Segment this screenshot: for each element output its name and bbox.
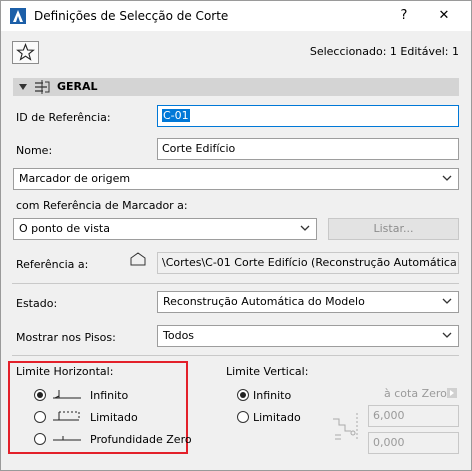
vertical-infinite-radio[interactable] (237, 389, 249, 401)
favorites-button[interactable] (12, 41, 39, 64)
chevron-down-icon (300, 225, 310, 231)
elevation-icon (333, 413, 358, 440)
vertical-limit-title: Limite Vertical: (226, 365, 309, 378)
marker-ref-select-value: O ponto de vista (19, 222, 110, 235)
elevation-toggle[interactable] (447, 388, 457, 398)
ref-id-input[interactable]: C-01 (157, 105, 459, 127)
ref-id-label: ID de Referência: (16, 111, 111, 124)
floors-label: Mostrar nos Pisos: (16, 331, 116, 344)
state-label: Estado: (16, 297, 58, 310)
ref-id-value: C-01 (162, 109, 190, 122)
separator (12, 355, 459, 356)
list-button[interactable]: Listar... (328, 218, 459, 240)
section-title: GERAL (57, 80, 98, 93)
elevation-label: à cota Zero (384, 387, 447, 400)
floors-select[interactable]: Todos (157, 325, 459, 347)
star-icon (16, 42, 35, 61)
reference-field: \Cortes\C-01 Corte Edifício (Reconstruçã… (157, 252, 459, 274)
close-button[interactable]: ✕ (433, 5, 455, 27)
horizontal-infinite-icon (53, 390, 81, 399)
horizontal-zero-depth-radio[interactable] (34, 433, 46, 445)
name-input[interactable]: Corte Edifício (157, 138, 459, 160)
horizontal-zero-depth-icon (53, 436, 81, 441)
chevron-down-icon (442, 175, 452, 181)
horizontal-infinite-radio[interactable] (34, 389, 46, 401)
window-title: Definições de Selecção de Corte (34, 9, 229, 23)
horizontal-limited-radio[interactable] (34, 411, 46, 423)
vertical-infinite-label[interactable]: Infinito (253, 389, 291, 402)
floors-select-value: Todos (163, 329, 195, 342)
marker-ref-label: com Referência de Marcador a: (16, 199, 188, 212)
horizontal-limited-icon (53, 411, 80, 421)
chevron-down-icon (442, 332, 452, 338)
marker-select-value: Marcador de origem (19, 172, 131, 185)
dialog-window: Definições de Selecção de Corte ? ✕ Sele… (0, 0, 472, 471)
app-icon (10, 8, 26, 24)
title-bar: Definições de Selecção de Corte ? ✕ (1, 1, 471, 31)
separator (12, 283, 459, 284)
marker-ref-select[interactable]: O ponto de vista (13, 218, 317, 240)
state-select-value: Reconstrução Automática do Modelo (163, 295, 365, 308)
horizontal-infinite-label[interactable]: Infinito (90, 389, 128, 402)
horizontal-limited-label[interactable]: Limitado (90, 411, 138, 424)
section-icon (35, 80, 50, 94)
vertical-limited-label[interactable]: Limitado (253, 411, 301, 424)
house-icon (130, 252, 146, 266)
state-select[interactable]: Reconstrução Automática do Modelo (157, 291, 459, 313)
help-button[interactable]: ? (393, 5, 415, 27)
section-header-geral[interactable]: GERAL (13, 78, 459, 96)
name-label: Nome: (16, 144, 53, 157)
collapse-arrow-icon[interactable] (19, 84, 27, 90)
vertical-limited-radio[interactable] (237, 411, 249, 423)
selection-info: Seleccionado: 1 Editável: 1 (309, 45, 459, 58)
horizontal-limit-title: Limite Horizontal: (16, 365, 114, 378)
chevron-right-icon (450, 390, 454, 396)
lower-limit-input[interactable]: 0,000 (368, 432, 459, 454)
reference-label: Referência a: (16, 258, 89, 271)
chevron-down-icon (442, 298, 452, 304)
horizontal-zero-depth-label[interactable]: Profundidade Zero (90, 433, 192, 446)
upper-limit-input[interactable]: 6,000 (368, 405, 459, 427)
marker-select[interactable]: Marcador de origem (13, 168, 459, 190)
